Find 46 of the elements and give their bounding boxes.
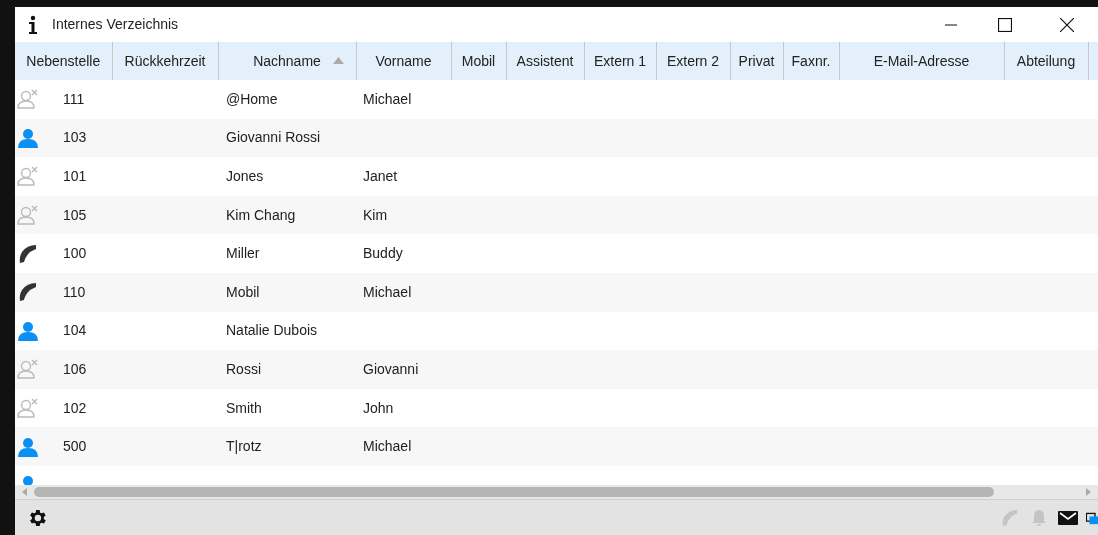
table-cell: Giovanni: [363, 360, 419, 377]
table-cell-text: 110: [63, 282, 86, 302]
close-icon: [1060, 17, 1074, 32]
table-cell-text: 102: [63, 398, 87, 418]
table-cell: Mobil: [226, 283, 260, 300]
table-cell: Kim Chang: [226, 206, 296, 223]
person-offline-icon: [17, 359, 39, 380]
info-icon: [27, 14, 39, 35]
table-cell-text: 500: [63, 437, 87, 457]
table-cell-text: 111: [63, 89, 85, 109]
table-cell: @Home: [226, 90, 278, 107]
scroll-left-icon[interactable]: [20, 487, 30, 497]
phone-icon: [17, 243, 39, 264]
person-icon: [17, 127, 39, 148]
table-cell: Rossi: [226, 360, 261, 377]
table-cell-text: 100: [63, 244, 87, 264]
table-cell: Miller: [226, 245, 260, 262]
table-cell: John: [363, 399, 394, 416]
maximize-icon: [998, 17, 1012, 32]
person-offline-icon: [17, 166, 39, 187]
table-cell: Buddy: [363, 245, 403, 262]
table-cell: Natalie Dubois: [226, 322, 318, 339]
table-cell: Jones: [226, 168, 264, 184]
table-cell: Michael: [363, 90, 412, 107]
table-cell: Smith: [226, 399, 262, 416]
person-icon: [17, 320, 39, 341]
table-cell: Giovanni Rossi: [226, 129, 321, 146]
phone-icon: [17, 282, 39, 303]
person-offline-icon: [17, 89, 39, 110]
table-cell: Michael: [363, 438, 412, 455]
scroll-right-icon[interactable]: [1083, 487, 1093, 497]
table-cell-text: 103: [63, 128, 87, 148]
table-cell: Kim: [363, 206, 388, 223]
table-cell: T|rotz: [226, 438, 262, 455]
table-cell-text: 101: [63, 167, 87, 186]
horizontal-scrollbar[interactable]: [15, 485, 1098, 499]
person-icon: [17, 436, 39, 457]
table-cell-text: 105: [63, 205, 87, 225]
table-cell-text: 106: [63, 359, 87, 379]
person-offline-icon: [17, 398, 39, 419]
sort-ascending-icon: [332, 57, 344, 64]
person-offline-icon: [17, 205, 39, 226]
table-cell: Janet: [363, 168, 398, 184]
table-cell: Michael: [363, 283, 412, 300]
table-cell-text: 104: [63, 321, 87, 341]
window-title: Internes Verzeichnis: [52, 15, 179, 34]
